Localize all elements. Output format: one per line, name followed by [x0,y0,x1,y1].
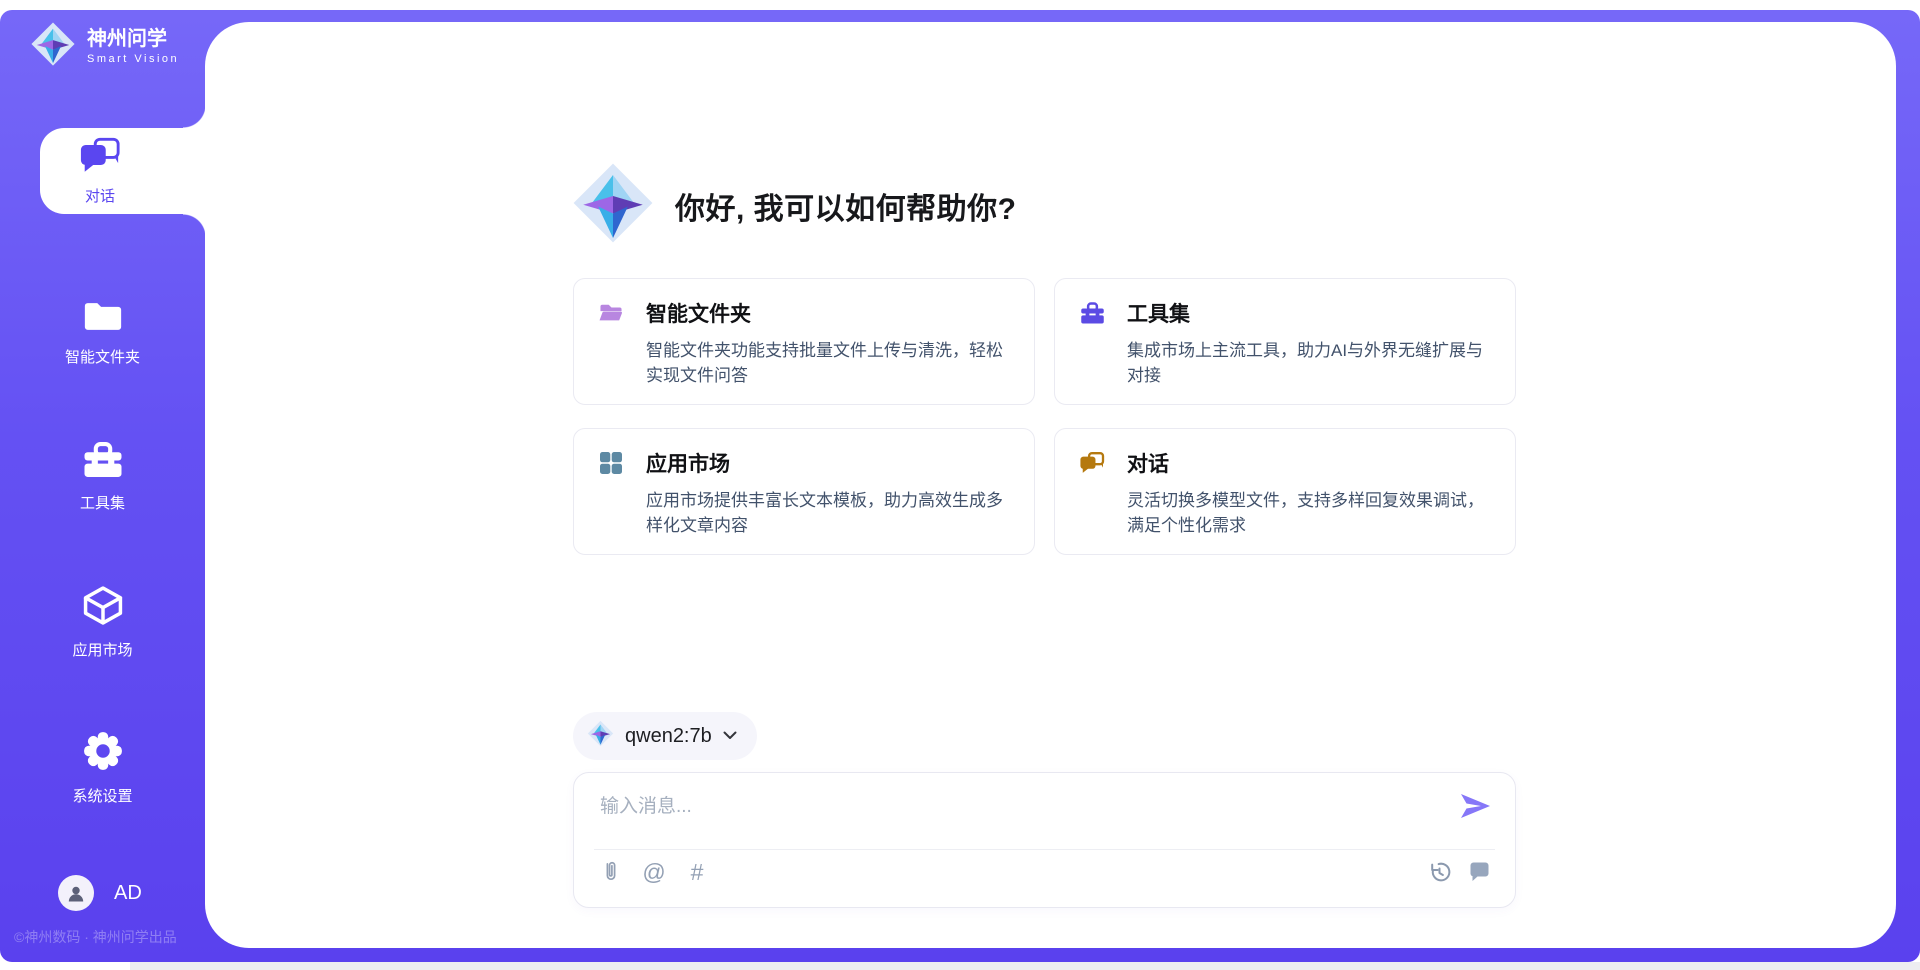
app-root: 神州问学 Smart Vision 对话 智能文件夹 [0,0,1920,970]
card-description: 智能文件夹功能支持批量文件上传与清洗，轻松实现文件问答 [646,339,1010,388]
card-title: 智能文件夹 [646,298,751,328]
chevron-down-icon [723,727,737,745]
sidebar-item-label: 系统设置 [72,785,132,806]
tab-fillet-bottom [183,214,206,237]
user-profile[interactable]: AD [58,875,142,911]
chat-bubble-icon[interactable] [1466,859,1492,885]
brand-subtitle: Smart Vision [87,53,179,65]
card-app-market[interactable]: 应用市场 应用市场提供丰富长文本模板，助力高效生成多样化文章内容 [573,428,1035,555]
gear-icon [82,730,124,777]
card-title: 应用市场 [646,448,730,478]
model-selector[interactable]: qwen2:7b [573,712,757,760]
model-name: qwen2:7b [625,725,712,748]
feature-cards: 智能文件夹 智能文件夹功能支持批量文件上传与清洗，轻松实现文件问答 工具集 集成… [573,278,1516,555]
message-composer: @ # [573,772,1516,908]
sidebar-item-label: 工具集 [80,492,125,513]
sidebar-item-settings[interactable]: 系统设置 [0,730,205,806]
card-description: 应用市场提供丰富长文本模板，助力高效生成多样化文章内容 [646,489,1010,538]
cube-icon [82,585,124,631]
sidebar-item-toolbox[interactable]: 工具集 [0,442,205,513]
logo-diamond-icon [587,720,614,752]
message-input[interactable] [598,789,1462,843]
folder-icon [82,298,124,338]
toolbox-icon [82,442,124,484]
user-name: AD [114,882,142,905]
composer-divider [594,849,1495,850]
horizontal-scrollbar[interactable] [130,962,1920,970]
brand-name: 神州问学 [87,28,179,50]
at-icon[interactable]: @ [641,859,667,885]
tab-fillet-top [183,105,206,128]
sidebar-item-chat[interactable]: 对话 [40,128,206,214]
hash-icon[interactable]: # [684,859,710,885]
card-toolbox[interactable]: 工具集 集成市场上主流工具，助力AI与外界无缝扩展与对接 [1054,278,1516,405]
greeting-title: 你好, 我可以如何帮助你? [675,184,1017,228]
chat-icon [1079,451,1105,475]
composer-tools-right [1426,859,1492,885]
chat-icon [79,137,121,179]
card-title: 对话 [1127,448,1169,478]
paperclip-icon[interactable] [598,859,624,885]
toolbox-icon [1079,301,1105,325]
copyright-footer: ©神州数码 · 神州问学出品 [14,927,177,947]
card-smart-folder[interactable]: 智能文件夹 智能文件夹功能支持批量文件上传与清洗，轻松实现文件问答 [573,278,1035,405]
sidebar-item-smart-folder[interactable]: 智能文件夹 [0,298,205,367]
sidebar-item-label: 智能文件夹 [65,346,140,367]
folder-open-icon [598,301,624,325]
logo-diamond-icon [571,161,655,250]
grid-icon [598,451,624,475]
history-icon[interactable] [1426,859,1452,885]
avatar [58,875,94,911]
send-icon[interactable] [1458,790,1492,822]
hero: 你好, 我可以如何帮助你? [571,161,1017,250]
card-description: 灵活切换多模型文件，支持多样回复效果调试，满足个性化需求 [1127,489,1491,538]
composer-tools-left: @ # [598,859,710,885]
brand: 神州问学 Smart Vision [30,21,179,72]
sidebar-item-label: 对话 [85,185,115,206]
card-description: 集成市场上主流工具，助力AI与外界无缝扩展与对接 [1127,339,1491,388]
sidebar-item-app-market[interactable]: 应用市场 [0,585,205,660]
card-chat[interactable]: 对话 灵活切换多模型文件，支持多样回复效果调试，满足个性化需求 [1054,428,1516,555]
logo-diamond-icon [30,21,76,72]
card-title: 工具集 [1127,298,1190,328]
sidebar-item-label: 应用市场 [72,639,132,660]
